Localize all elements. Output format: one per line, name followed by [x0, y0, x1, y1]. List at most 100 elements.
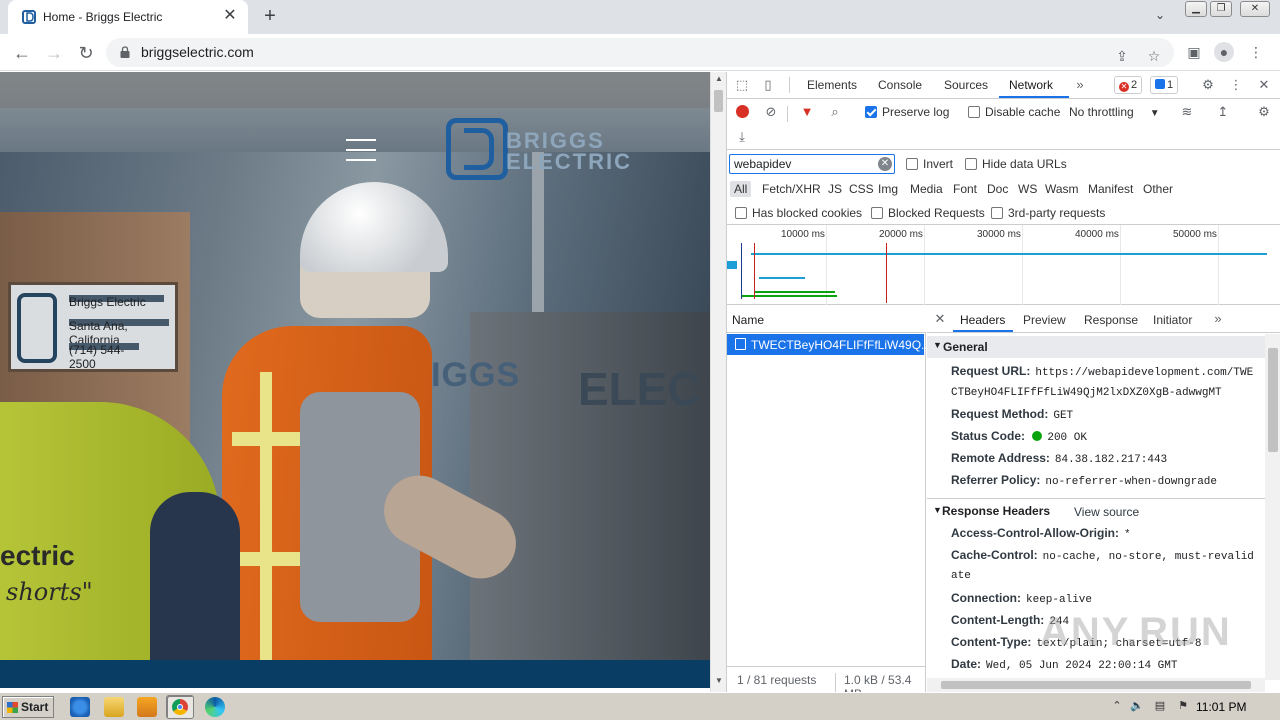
- disable-cache-checkbox[interactable]: Disable cache: [968, 105, 1060, 119]
- search-icon[interactable]: ⌕: [826, 103, 844, 121]
- page-scrollbar[interactable]: ▲ ▼: [710, 72, 726, 692]
- tab-search-icon[interactable]: ⌄: [1150, 8, 1170, 26]
- tab-initiator[interactable]: Initiator: [1153, 313, 1192, 327]
- type-filter-css[interactable]: CSS: [849, 182, 874, 196]
- bookmark-star-icon[interactable]: ☆: [1144, 46, 1164, 66]
- forward-arrow-icon[interactable]: →: [42, 41, 66, 65]
- preserve-log-checkbox[interactable]: Preserve log: [865, 105, 949, 119]
- blocked-requests-checkbox[interactable]: Blocked Requests: [871, 206, 985, 220]
- close-window-button[interactable]: ✕: [1240, 1, 1270, 17]
- request-url-value[interactable]: https://webapidevelopment.com/TWE: [1035, 367, 1253, 379]
- record-icon[interactable]: [733, 103, 751, 121]
- profile-avatar-icon[interactable]: ●: [1214, 42, 1234, 62]
- device-toolbar-icon[interactable]: ▯: [759, 76, 777, 94]
- checkbox-checked[interactable]: [865, 106, 877, 118]
- close-details-icon[interactable]: ✕: [931, 310, 949, 328]
- type-filter-js[interactable]: JS: [828, 182, 842, 196]
- start-button[interactable]: Start: [2, 696, 54, 718]
- import-har-icon[interactable]: ↥: [1214, 103, 1232, 121]
- site-logo[interactable]: BRIGGS ELECTRIC: [446, 118, 666, 182]
- cache-control-value-cont[interactable]: ate: [951, 570, 971, 582]
- more-tabs-icon[interactable]: »: [1071, 76, 1089, 94]
- tab-response[interactable]: Response: [1084, 313, 1138, 327]
- type-filter-ws[interactable]: WS: [1018, 182, 1037, 196]
- has-blocked-cookies-checkbox[interactable]: Has blocked cookies: [735, 206, 862, 220]
- acao-value[interactable]: *: [1124, 529, 1131, 541]
- throttling-select[interactable]: No throttling ▼: [1069, 105, 1160, 119]
- browser-menu-icon[interactable]: ⋮: [1246, 42, 1266, 62]
- inspect-element-icon[interactable]: ⬚: [733, 76, 751, 94]
- clear-icon[interactable]: ⊘: [762, 103, 780, 121]
- internet-explorer-icon[interactable]: [70, 697, 90, 717]
- taskbar-clock[interactable]: 11:01 PM: [1196, 700, 1246, 714]
- settings-gear-icon[interactable]: ⚙: [1199, 76, 1217, 94]
- type-filter-fetch-xhr[interactable]: Fetch/XHR: [762, 182, 821, 196]
- share-icon[interactable]: ⇪: [1112, 46, 1132, 66]
- more-tabs-icon[interactable]: »: [1209, 310, 1227, 328]
- side-panel-icon[interactable]: ▣: [1184, 42, 1204, 62]
- type-filter-media[interactable]: Media: [910, 182, 943, 196]
- restore-window-button[interactable]: ❐: [1210, 1, 1232, 17]
- network-settings-gear-icon[interactable]: ⚙: [1255, 103, 1273, 121]
- type-filter-img[interactable]: Img: [878, 182, 898, 196]
- new-tab-icon[interactable]: +: [258, 5, 282, 29]
- name-column-header[interactable]: Name: [732, 313, 764, 327]
- invert-checkbox[interactable]: Invert: [906, 157, 953, 171]
- devtools-menu-icon[interactable]: ⋮: [1227, 76, 1245, 94]
- remote-address-value[interactable]: 84.38.182.217:443: [1055, 454, 1167, 466]
- export-har-icon[interactable]: ⤓: [733, 128, 751, 146]
- hide-data-urls-checkbox[interactable]: Hide data URLs: [965, 157, 1067, 171]
- reload-icon[interactable]: ↻: [74, 41, 98, 65]
- scroll-down-icon[interactable]: ▼: [714, 676, 724, 685]
- tab-elements[interactable]: Elements: [807, 78, 857, 92]
- network-conditions-icon[interactable]: ≋: [1178, 103, 1196, 121]
- type-filter-other[interactable]: Other: [1143, 182, 1173, 196]
- referrer-policy-value[interactable]: no-referrer-when-downgrade: [1045, 476, 1217, 488]
- tab-close-icon[interactable]: ✕: [222, 8, 238, 24]
- filter-icon[interactable]: ▼: [798, 103, 816, 121]
- minimize-window-button[interactable]: ▁: [1185, 1, 1207, 17]
- checkbox-unchecked[interactable]: [965, 158, 977, 170]
- tab-console[interactable]: Console: [878, 78, 922, 92]
- checkbox-unchecked[interactable]: [991, 207, 1003, 219]
- request-method-value[interactable]: GET: [1053, 410, 1073, 422]
- tab-network[interactable]: Network: [1009, 78, 1053, 92]
- tab-headers[interactable]: Headers: [960, 313, 1005, 327]
- scroll-up-icon[interactable]: ▲: [714, 74, 724, 83]
- media-player-icon[interactable]: [137, 697, 157, 717]
- checkbox-unchecked[interactable]: [735, 207, 747, 219]
- details-horizontal-scrollbar[interactable]: [927, 678, 1265, 692]
- response-headers-section-header[interactable]: ▼ Response Headers View source: [927, 498, 1265, 520]
- checkbox-unchecked[interactable]: [871, 207, 883, 219]
- details-scroll-thumb[interactable]: [1268, 348, 1278, 452]
- back-arrow-icon[interactable]: ←: [10, 41, 34, 65]
- lock-icon[interactable]: [120, 46, 130, 58]
- network-icon[interactable]: ▤: [1153, 699, 1167, 713]
- errors-badge[interactable]: ✕ 2: [1114, 76, 1143, 94]
- type-filter-wasm[interactable]: Wasm: [1045, 182, 1079, 196]
- tray-expand-icon[interactable]: ⌃: [1110, 699, 1124, 713]
- type-filter-doc[interactable]: Doc: [987, 182, 1008, 196]
- date-value[interactable]: Wed, 05 Jun 2024 22:00:14 GMT: [986, 660, 1177, 672]
- filter-input[interactable]: [729, 154, 895, 174]
- chrome-taskbar-button[interactable]: [166, 695, 194, 719]
- page-scroll-thumb[interactable]: [714, 90, 723, 112]
- hamburger-menu-icon[interactable]: [346, 139, 376, 161]
- checkbox-unchecked[interactable]: [906, 158, 918, 170]
- network-overview-timeline[interactable]: 10000 ms 20000 ms 30000 ms 40000 ms 5000…: [727, 225, 1280, 305]
- browser-tab[interactable]: Home - Briggs Electric ✕: [8, 0, 248, 34]
- tab-preview[interactable]: Preview: [1023, 313, 1066, 327]
- volume-icon[interactable]: 🔈: [1130, 699, 1144, 713]
- type-filter-font[interactable]: Font: [953, 182, 977, 196]
- edge-icon[interactable]: [205, 697, 225, 717]
- details-vertical-scrollbar[interactable]: [1265, 334, 1280, 680]
- tab-sources[interactable]: Sources: [944, 78, 988, 92]
- details-hscroll-thumb[interactable]: [941, 681, 1251, 689]
- file-explorer-icon[interactable]: [104, 697, 124, 717]
- action-center-icon[interactable]: ⚑: [1176, 699, 1190, 713]
- close-devtools-icon[interactable]: ✕: [1255, 76, 1273, 94]
- connection-value[interactable]: keep-alive: [1026, 594, 1092, 606]
- status-code-value[interactable]: 200 OK: [1047, 432, 1087, 444]
- type-filter-all[interactable]: All: [730, 181, 752, 197]
- general-section-header[interactable]: ▼ General: [927, 336, 1265, 358]
